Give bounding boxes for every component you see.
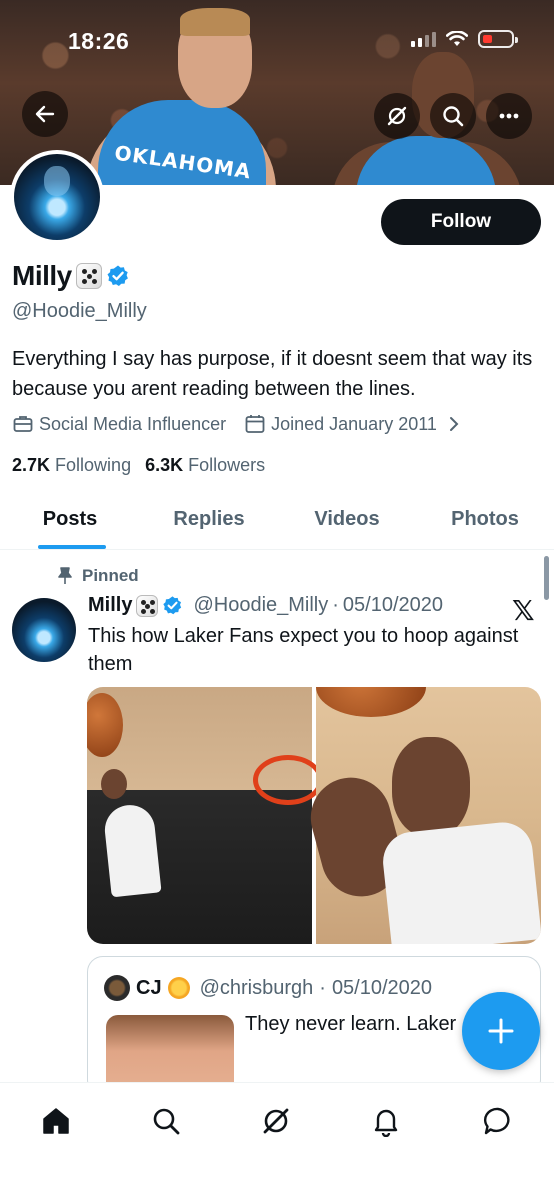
more-icon <box>499 113 519 119</box>
tweet-separator: · <box>332 594 339 616</box>
nav-grok[interactable] <box>258 1103 294 1139</box>
bell-icon <box>374 1109 398 1137</box>
home-icon <box>43 1108 69 1134</box>
banner-player-left-hair <box>180 8 250 36</box>
verified-icon[interactable] <box>106 264 130 288</box>
following-count: 2.7K <box>12 455 51 475</box>
player-jersey <box>380 819 541 944</box>
sun-emoji-icon <box>167 977 190 999</box>
category-label: Social Media Influencer <box>39 413 227 434</box>
dice-emoji-icon <box>136 594 159 617</box>
followers-count: 6.3K <box>145 455 184 475</box>
pin-icon <box>58 567 72 584</box>
quoted-author-avatar <box>104 975 130 1001</box>
meta-joined[interactable]: Joined January 2011 <box>244 413 462 435</box>
pinned-label: Pinned <box>82 566 139 585</box>
name-row: Milly <box>12 260 130 292</box>
tweet-date[interactable]: 05/10/2020 <box>343 594 443 617</box>
basketball <box>87 693 123 757</box>
followers-stat[interactable]: 6.3K Followers <box>145 455 265 476</box>
scrollbar[interactable] <box>544 556 549 600</box>
back-arrow-icon <box>35 105 55 123</box>
tweet-author-handle: @Hoodie_Milly <box>193 594 329 616</box>
bottom-nav <box>0 1082 554 1200</box>
following-label: Following <box>55 455 132 475</box>
following-stat[interactable]: 2.7K Following <box>12 455 131 476</box>
basketball-rim <box>253 755 323 805</box>
back-button[interactable] <box>22 91 68 137</box>
quoted-author-name: CJ <box>136 976 162 999</box>
tab-videos[interactable]: Videos <box>278 490 416 549</box>
signal-icon <box>411 31 436 47</box>
tweet-author-name[interactable]: Milly <box>88 594 132 617</box>
battery-icon <box>478 30 518 48</box>
joined-label: Joined January 2011 <box>271 413 437 434</box>
status-icons <box>411 30 518 48</box>
compose-button[interactable] <box>462 992 540 1070</box>
search-icon <box>153 1108 180 1135</box>
profile-handle: @Hoodie_Milly <box>12 300 147 322</box>
nav-search[interactable] <box>148 1103 184 1139</box>
quoted-date: 05/10/2020 <box>331 976 433 999</box>
verified-icon <box>163 596 182 615</box>
tweet-text: This how Laker Fans expect you to hoop a… <box>88 625 519 675</box>
quoted-separator: · <box>319 976 326 999</box>
nav-messages[interactable] <box>480 1103 516 1139</box>
meta-category: Social Media Influencer <box>12 413 226 435</box>
messages-icon <box>483 1107 510 1135</box>
follow-stats: 2.7K Following 6.3K Followers <box>12 455 265 476</box>
follow-button[interactable]: Follow <box>381 199 541 245</box>
tab-photos[interactable]: Photos <box>416 490 554 549</box>
tweet-media <box>87 687 541 944</box>
followers-label: Followers <box>188 455 266 475</box>
basketball <box>316 687 426 717</box>
profile-tabs: Posts Replies Videos Photos <box>0 490 554 550</box>
more-button[interactable] <box>486 93 532 139</box>
dice-emoji-icon <box>75 263 102 289</box>
chevron-right-icon <box>449 417 459 431</box>
profile-meta: Social Media Influencer Joined January 2… <box>12 413 462 435</box>
quoted-author-handle: @chrisburgh <box>199 976 314 999</box>
briefcase-icon <box>13 416 33 432</box>
player-head <box>101 769 127 799</box>
quoted-tweet-header: CJ @chrisburgh · 05/10/2020 <box>104 975 432 1001</box>
search-icon <box>443 106 464 127</box>
profile-bio: Everything I say has purpose, if it does… <box>12 348 533 400</box>
player-jersey <box>102 802 162 898</box>
wifi-icon <box>446 31 468 46</box>
grok-icon <box>387 106 407 126</box>
tab-replies[interactable]: Replies <box>140 490 278 549</box>
tweet-image-1[interactable] <box>87 687 323 944</box>
nav-home[interactable] <box>38 1103 74 1139</box>
grok-button[interactable] <box>374 93 420 139</box>
status-time: 18:26 <box>68 28 130 54</box>
grok-icon <box>263 1108 289 1134</box>
quoted-tweet-text: They never learn. Laker <box>245 1013 457 1035</box>
tweet-image-2[interactable] <box>301 687 541 944</box>
tweet-author-avatar[interactable] <box>12 598 76 662</box>
calendar-icon <box>245 415 265 433</box>
profile-avatar[interactable] <box>10 150 104 244</box>
compose-plus-icon <box>488 1018 514 1044</box>
player-head <box>392 737 470 837</box>
tweet-header: Milly @Hoodie_Milly · 05/10/2020 <box>88 594 443 617</box>
pinned-label-row: Pinned <box>58 566 139 586</box>
tab-posts[interactable]: Posts <box>0 490 140 549</box>
search-button[interactable] <box>430 93 476 139</box>
display-name: Milly <box>12 260 72 291</box>
avatar-figure <box>44 166 70 196</box>
nav-notifications[interactable] <box>368 1103 404 1139</box>
